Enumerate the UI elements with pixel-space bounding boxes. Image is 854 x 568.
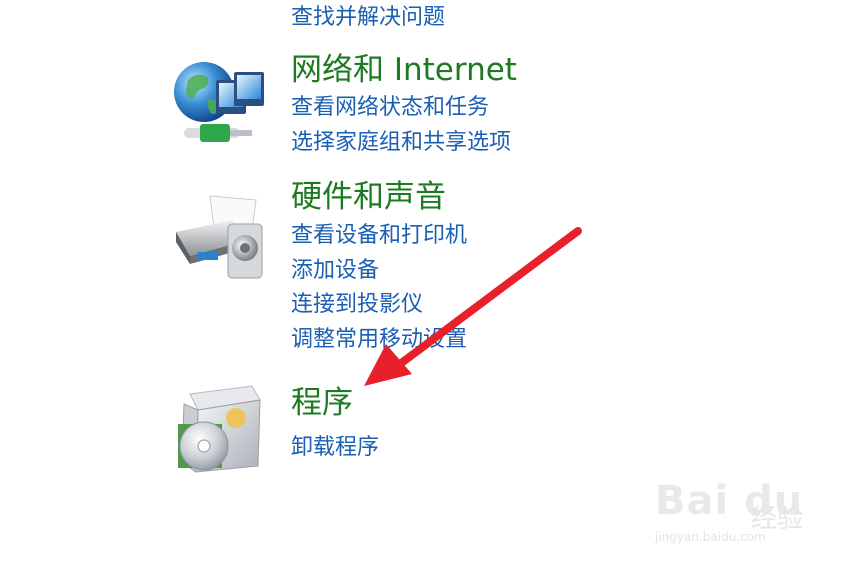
watermark-url: jingyan.baidu.com xyxy=(655,530,766,544)
baidu-watermark: Bai du 经验 jingyan.baidu.com xyxy=(655,474,815,554)
